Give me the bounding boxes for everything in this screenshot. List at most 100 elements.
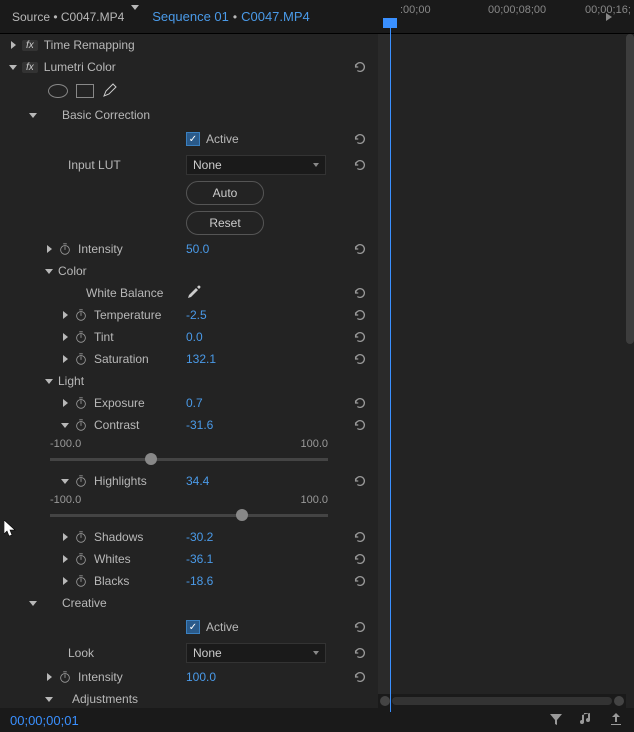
slider-highlights[interactable]: -100.0100.0: [0, 492, 378, 526]
stopwatch-icon[interactable]: [58, 670, 72, 684]
chevron-down-icon[interactable]: [44, 694, 54, 704]
value-exposure[interactable]: 0.7: [186, 396, 203, 410]
stopwatch-icon[interactable]: [74, 574, 88, 588]
effect-time-remapping[interactable]: fx Time Remapping: [0, 34, 378, 56]
reset-icon[interactable]: [352, 669, 368, 685]
reset-icon[interactable]: [352, 529, 368, 545]
reset-icon[interactable]: [352, 573, 368, 589]
stopwatch-icon[interactable]: [74, 352, 88, 366]
chevron-right-icon[interactable]: [60, 332, 70, 342]
vertical-scrollbar[interactable]: [626, 34, 634, 344]
slider-track[interactable]: [50, 514, 328, 517]
reset-button[interactable]: Reset: [186, 211, 264, 235]
chevron-right-icon[interactable]: [60, 310, 70, 320]
reset-icon[interactable]: [352, 241, 368, 257]
timeline-ruler[interactable]: :00;00 00;00;08;00 00;00;16;: [390, 0, 626, 34]
section-basic-correction[interactable]: Basic Correction: [0, 104, 378, 126]
value-intensity[interactable]: 50.0: [186, 242, 209, 256]
auto-button[interactable]: Auto: [186, 181, 264, 205]
section-light[interactable]: Light: [0, 370, 378, 392]
row-white-balance: White Balance: [0, 282, 378, 304]
reset-icon[interactable]: [352, 473, 368, 489]
chevron-right-icon[interactable]: [60, 576, 70, 586]
chevron-right-icon[interactable]: [60, 532, 70, 542]
stopwatch-icon[interactable]: [74, 530, 88, 544]
reset-icon[interactable]: [352, 645, 368, 661]
chevron-down-icon[interactable]: [60, 476, 70, 486]
reset-icon[interactable]: [352, 551, 368, 567]
stopwatch-icon[interactable]: [74, 308, 88, 322]
clip-link[interactable]: C0047.MP4: [241, 9, 310, 24]
chevron-down-icon[interactable]: [28, 110, 38, 120]
chevron-right-icon[interactable]: [60, 554, 70, 564]
mask-ellipse-icon[interactable]: [48, 84, 68, 98]
reset-icon[interactable]: [352, 329, 368, 345]
slider-contrast[interactable]: -100.0100.0: [0, 436, 378, 470]
source-dropdown-chevron[interactable]: [130, 12, 140, 22]
playhead-marker[interactable]: [383, 18, 397, 28]
stopwatch-icon[interactable]: [74, 330, 88, 344]
value-creative-intensity[interactable]: 100.0: [186, 670, 216, 684]
reset-icon[interactable]: [352, 307, 368, 323]
row-look: Look None: [0, 640, 378, 666]
value-whites[interactable]: -36.1: [186, 552, 213, 566]
scroll-cap-right[interactable]: [614, 696, 624, 706]
export-icon[interactable]: [608, 711, 624, 730]
chevron-right-icon[interactable]: [60, 354, 70, 364]
scroll-cap-left[interactable]: [380, 696, 390, 706]
value-highlights[interactable]: 34.4: [186, 474, 209, 488]
value-blacks[interactable]: -18.6: [186, 574, 213, 588]
music-note-icon[interactable]: [578, 711, 594, 730]
filter-icon[interactable]: [548, 711, 564, 730]
reset-icon[interactable]: [352, 285, 368, 301]
mask-rect-icon[interactable]: [76, 84, 94, 98]
chevron-down-icon[interactable]: [60, 420, 70, 430]
value-contrast[interactable]: -31.6: [186, 418, 213, 432]
scroll-track[interactable]: [392, 697, 612, 705]
sequence-link[interactable]: Sequence 01: [152, 9, 229, 24]
slider-track[interactable]: [50, 458, 328, 461]
slider-thumb[interactable]: [145, 453, 157, 465]
chevron-down-icon[interactable]: [28, 598, 38, 608]
chevron-down-icon[interactable]: [44, 266, 54, 276]
value-tint[interactable]: 0.0: [186, 330, 203, 344]
reset-icon[interactable]: [352, 59, 368, 75]
horizontal-scrollbar[interactable]: [378, 694, 626, 708]
effect-lumetri-color[interactable]: fx Lumetri Color: [0, 56, 378, 78]
chevron-right-icon[interactable]: [44, 244, 54, 254]
chevron-right-icon[interactable]: [44, 672, 54, 682]
reset-icon[interactable]: [352, 351, 368, 367]
chevron-right-icon[interactable]: [8, 40, 18, 50]
reset-icon[interactable]: [352, 619, 368, 635]
input-lut-dropdown[interactable]: None: [186, 155, 326, 175]
chevron-right-icon[interactable]: [60, 398, 70, 408]
reset-icon[interactable]: [352, 417, 368, 433]
timeline-area[interactable]: [378, 34, 626, 708]
section-creative[interactable]: Creative: [0, 592, 378, 614]
reset-icon[interactable]: [352, 395, 368, 411]
row-active: Active: [0, 126, 378, 152]
stopwatch-icon[interactable]: [74, 418, 88, 432]
eyedropper-icon[interactable]: [186, 284, 202, 303]
active-checkbox[interactable]: [186, 132, 200, 146]
reset-icon[interactable]: [352, 131, 368, 147]
mask-pen-icon[interactable]: [102, 82, 118, 101]
active-checkbox[interactable]: [186, 620, 200, 634]
value-shadows[interactable]: -30.2: [186, 530, 213, 544]
chevron-down-icon[interactable]: [44, 376, 54, 386]
value-temperature[interactable]: -2.5: [186, 308, 207, 322]
stopwatch-icon[interactable]: [58, 242, 72, 256]
reset-icon[interactable]: [352, 157, 368, 173]
section-color[interactable]: Color: [0, 260, 378, 282]
slider-thumb[interactable]: [236, 509, 248, 521]
stopwatch-icon[interactable]: [74, 396, 88, 410]
look-dropdown[interactable]: None: [186, 643, 326, 663]
timecode[interactable]: 00;00;00;01: [10, 713, 79, 728]
ruler-tick-label: 00;00;08;00: [488, 4, 546, 16]
row-highlights: Highlights 34.4: [0, 470, 378, 492]
chevron-down-icon[interactable]: [8, 62, 18, 72]
stopwatch-icon[interactable]: [74, 474, 88, 488]
value-saturation[interactable]: 132.1: [186, 352, 216, 366]
stopwatch-icon[interactable]: [74, 552, 88, 566]
section-adjustments[interactable]: Adjustments: [0, 688, 378, 710]
